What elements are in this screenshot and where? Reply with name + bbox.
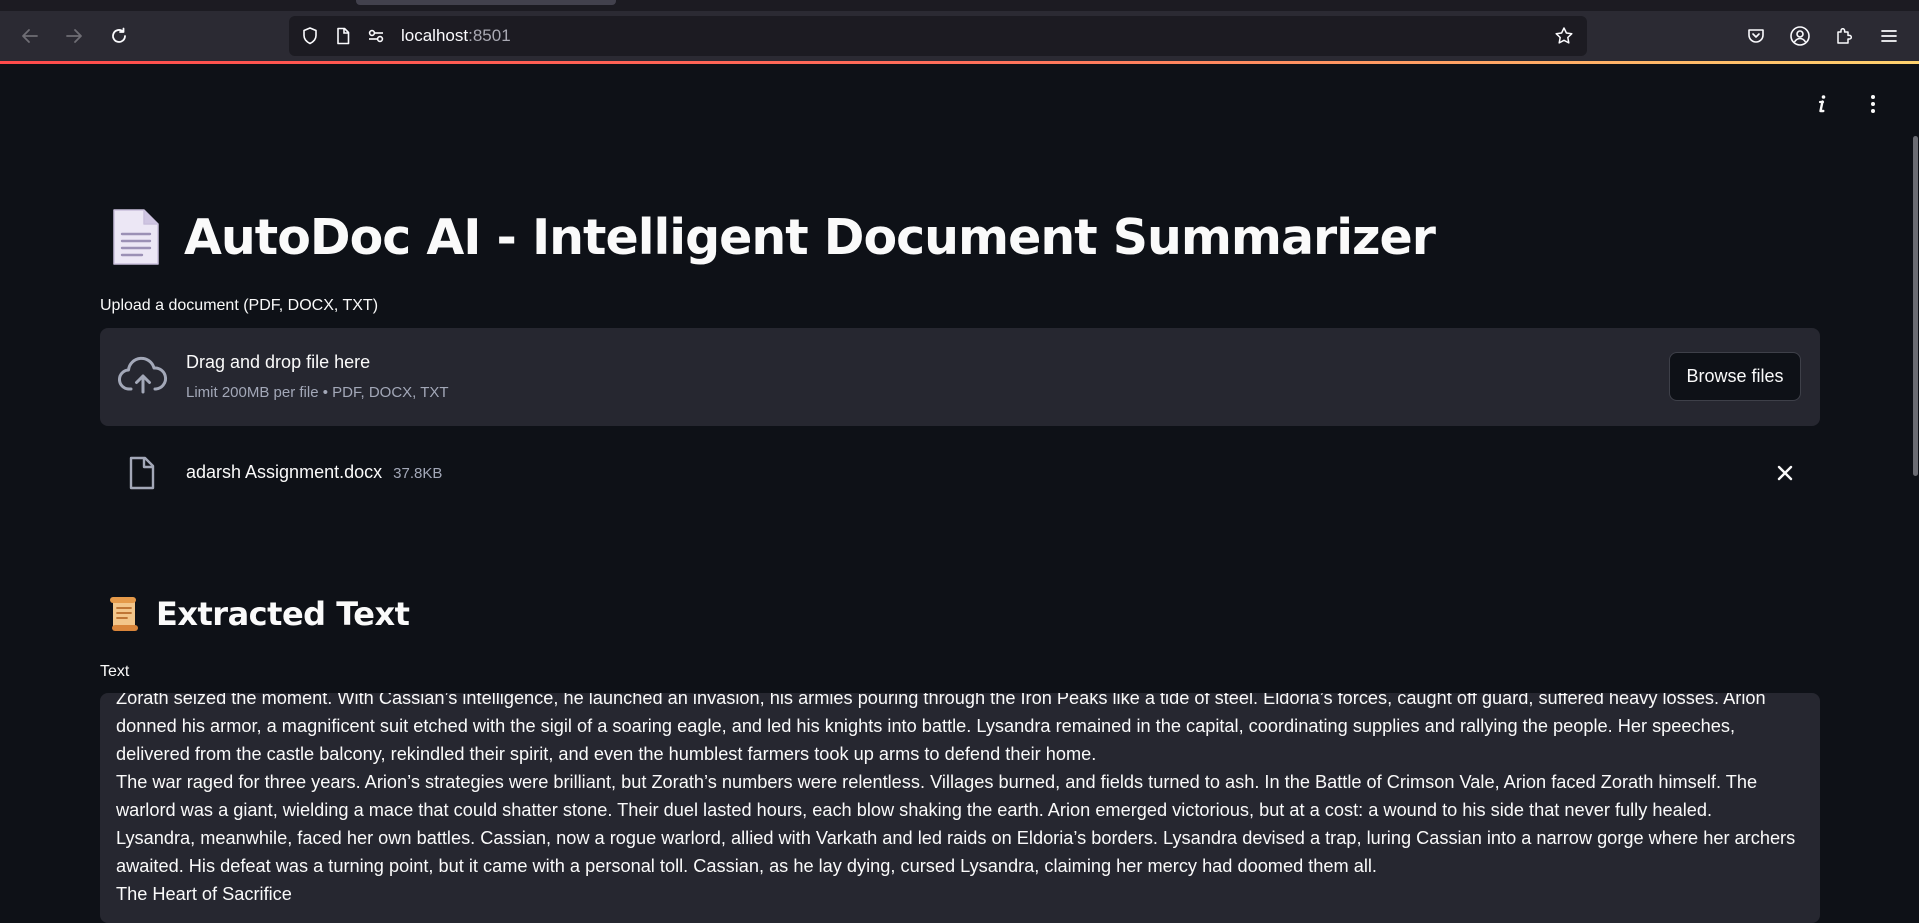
file-name-text: adarsh Assignment.docx <box>186 462 383 482</box>
title-row: AutoDoc AI - Intelligent Document Summar… <box>108 206 1436 268</box>
browse-files-button[interactable]: Browse files <box>1669 352 1801 401</box>
pocket-button[interactable] <box>1742 22 1770 50</box>
uploaded-file-name: adarsh Assignment.docx 37.8KB <box>186 462 442 483</box>
reload-icon <box>112 27 126 43</box>
extracted-text-heading: Extracted Text <box>156 595 410 633</box>
url-port: :8501 <box>468 26 511 45</box>
uploader-label: Upload a document (PDF, DOCX, TXT) <box>100 297 379 314</box>
extracted-paragraph: Lysandra, meanwhile, faced her own battl… <box>116 828 1796 876</box>
menu-button[interactable] <box>1875 22 1903 50</box>
extracted-paragraph: Zorath seized the moment. With Cassian’s… <box>116 693 1766 764</box>
app-scrollbar[interactable] <box>1913 136 1918 476</box>
site-permissions-icon[interactable] <box>366 26 386 46</box>
arrow-right-icon <box>66 29 82 43</box>
hamburger-icon <box>1881 30 1897 42</box>
back-button[interactable] <box>16 22 44 50</box>
page-title: AutoDoc AI - Intelligent Document Summar… <box>184 208 1436 266</box>
cloud-upload-icon <box>118 356 168 394</box>
puzzle-icon <box>1837 27 1853 44</box>
uploaded-file-row: adarsh Assignment.docx 37.8KB <box>100 448 1820 500</box>
text-area-label: Text <box>100 663 130 680</box>
extracted-text-area[interactable]: Zorath seized the moment. With Cassian’s… <box>100 693 1820 923</box>
dropzone-limits: Limit 200MB per file • PDF, DOCX, TXT <box>186 384 449 401</box>
file-size: 37.8KB <box>393 465 443 482</box>
extracted-text-content[interactable]: Zorath seized the moment. With Cassian’s… <box>116 693 1806 908</box>
remove-file-icon[interactable] <box>1774 462 1796 484</box>
dropzone-title: Drag and drop file here <box>186 352 371 372</box>
url-bar[interactable]: localhost:8501 <box>289 16 1587 56</box>
forward-button[interactable] <box>60 22 88 50</box>
reload-button[interactable] <box>105 22 133 50</box>
document-emoji-icon <box>113 209 159 265</box>
file-icon <box>129 456 155 490</box>
app-container: AutoDoc AI - Intelligent Document Summar… <box>0 64 1919 923</box>
file-dropzone[interactable]: Drag and drop file here Limit 200MB per … <box>100 328 1820 426</box>
extracted-text-heading-row: Extracted Text <box>104 594 410 634</box>
extensions-button[interactable] <box>1830 22 1858 50</box>
extracted-paragraph: The war raged for three years. Arion’s s… <box>116 772 1758 820</box>
browser-tab-strip <box>0 0 1919 11</box>
url-text[interactable]: localhost:8501 <box>401 26 511 46</box>
kebab-menu-icon[interactable] <box>1861 92 1885 116</box>
url-host: localhost <box>401 26 469 45</box>
extracted-paragraph: The Heart of Sacrifice <box>116 884 292 904</box>
scroll-emoji-icon <box>110 597 138 631</box>
active-tab-edge[interactable] <box>356 0 616 5</box>
star-icon[interactable] <box>1554 26 1574 46</box>
account-icon <box>1790 26 1810 46</box>
arrow-left-icon <box>22 29 38 43</box>
browser-navbar: localhost:8501 <box>0 11 1919 61</box>
info-icon[interactable] <box>1810 92 1834 116</box>
pocket-icon <box>1748 29 1764 43</box>
page-icon[interactable] <box>333 26 353 46</box>
account-button[interactable] <box>1786 22 1814 50</box>
shield-icon[interactable] <box>300 26 320 46</box>
